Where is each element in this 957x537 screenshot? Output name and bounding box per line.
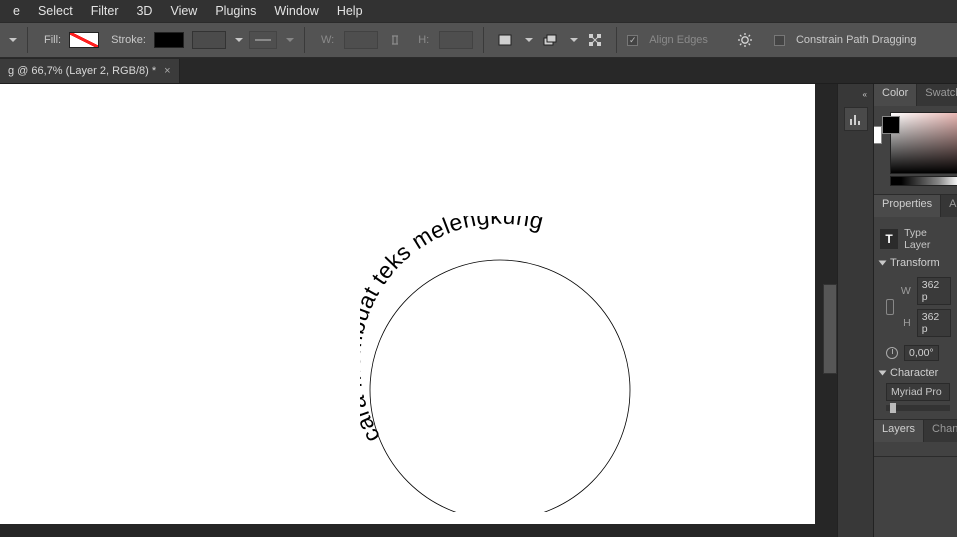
stroke-width-dropdown-icon[interactable]: [235, 38, 243, 42]
font-family-field[interactable]: Myriad Pro: [886, 383, 950, 401]
height-field[interactable]: [439, 31, 473, 49]
canvas-stage: cara membuat teks melengkung: [0, 84, 837, 537]
tab-adjustments[interactable]: Ac: [941, 195, 957, 217]
h-label: H: [900, 317, 911, 329]
path-options-icon[interactable]: [584, 29, 606, 51]
fill-label: Fill:: [44, 34, 61, 46]
path-align-icon[interactable]: [494, 29, 516, 51]
path-arrange-icon[interactable]: [539, 29, 561, 51]
path-align-dropdown-icon[interactable]: [525, 38, 533, 42]
color-panel: Color Swatch: [874, 84, 957, 195]
tab-properties[interactable]: Properties: [874, 195, 941, 217]
character-slider[interactable]: [886, 405, 950, 411]
link-wh-icon[interactable]: [384, 29, 406, 51]
layers-panel: Layers Chann: [874, 420, 957, 457]
width-label: W:: [321, 34, 334, 46]
fill-swatch[interactable]: [69, 32, 99, 48]
menu-item-edit-clipped[interactable]: e: [4, 2, 29, 20]
stroke-style-button[interactable]: [249, 31, 277, 49]
close-icon[interactable]: ×: [164, 65, 170, 77]
angle-icon: [886, 347, 898, 359]
chevron-down-icon: [879, 371, 887, 376]
angle-value[interactable]: 0,00°: [904, 345, 939, 361]
character-section-header[interactable]: Character: [880, 367, 951, 379]
chevron-down-icon: [879, 261, 887, 266]
width-value[interactable]: 362 p: [917, 277, 951, 305]
tab-color[interactable]: Color: [874, 84, 917, 106]
stroke-label: Stroke:: [111, 34, 146, 46]
transform-label: Transform: [890, 257, 940, 269]
menu-item-help[interactable]: Help: [328, 2, 372, 20]
width-field[interactable]: [344, 31, 378, 49]
svg-text:cara membuat teks melengkung: cara membuat teks melengkung: [360, 216, 547, 447]
gear-icon[interactable]: [734, 29, 756, 51]
dock-histogram-icon[interactable]: [844, 107, 868, 131]
menu-item-window[interactable]: Window: [265, 2, 327, 20]
height-label: H:: [418, 34, 429, 46]
constrain-path-label: Constrain Path Dragging: [796, 34, 916, 46]
menu-item-plugins[interactable]: Plugins: [206, 2, 265, 20]
collapse-arrows-icon[interactable]: «: [857, 88, 873, 101]
tool-preset-dropdown-icon[interactable]: [9, 38, 17, 42]
curved-text: cara membuat teks melengkung: [360, 216, 547, 447]
align-edges-checkbox[interactable]: [627, 35, 638, 46]
document-canvas[interactable]: cara membuat teks melengkung: [0, 84, 815, 524]
constrain-path-checkbox[interactable]: [774, 35, 785, 46]
separator: [483, 27, 484, 53]
hue-slider[interactable]: [890, 176, 957, 186]
link-wh-icon[interactable]: [886, 299, 894, 315]
stroke-width-field[interactable]: [192, 31, 226, 49]
tab-swatches[interactable]: Swatch: [917, 84, 957, 106]
w-label: W: [900, 285, 911, 297]
properties-panel: Properties Ac T Type Layer Transform W: [874, 195, 957, 420]
align-edges-label: Align Edges: [649, 34, 708, 46]
type-layer-label: Type Layer: [904, 227, 951, 251]
options-bar: Fill: Stroke: W: H: Align Edges: [0, 22, 957, 58]
path-arrange-dropdown-icon[interactable]: [570, 38, 578, 42]
right-panels: Color Swatch Properties Ac: [873, 84, 957, 537]
height-value[interactable]: 362 p: [917, 309, 951, 337]
character-label: Character: [890, 367, 938, 379]
menu-item-select[interactable]: Select: [29, 2, 82, 20]
menu-item-filter[interactable]: Filter: [82, 2, 128, 20]
tab-channels[interactable]: Chann: [924, 420, 957, 442]
document-tab-title: g @ 66,7% (Layer 2, RGB/8) *: [8, 65, 156, 77]
top-menu-bar: e Select Filter 3D View Plugins Window H…: [0, 0, 957, 22]
menu-item-view[interactable]: View: [161, 2, 206, 20]
stroke-swatch[interactable]: [154, 32, 184, 48]
type-layer-icon: T: [880, 229, 898, 249]
separator: [27, 27, 28, 53]
color-field[interactable]: [890, 112, 957, 174]
collapsed-panel-dock: «: [837, 84, 873, 537]
vertical-scrollbar[interactable]: [823, 284, 837, 374]
document-tab-strip: g @ 66,7% (Layer 2, RGB/8) * ×: [0, 58, 957, 84]
document-tab[interactable]: g @ 66,7% (Layer 2, RGB/8) * ×: [0, 59, 180, 83]
separator: [304, 27, 305, 53]
circle-path-with-text: cara membuat teks melengkung: [360, 216, 620, 476]
menu-item-3d[interactable]: 3D: [127, 2, 161, 20]
transform-section-header[interactable]: Transform: [880, 257, 951, 269]
separator: [616, 27, 617, 53]
stroke-style-dropdown-icon[interactable]: [286, 38, 294, 42]
work-area: cara membuat teks melengkung « Color Swa…: [0, 84, 957, 537]
tab-layers[interactable]: Layers: [874, 420, 924, 442]
